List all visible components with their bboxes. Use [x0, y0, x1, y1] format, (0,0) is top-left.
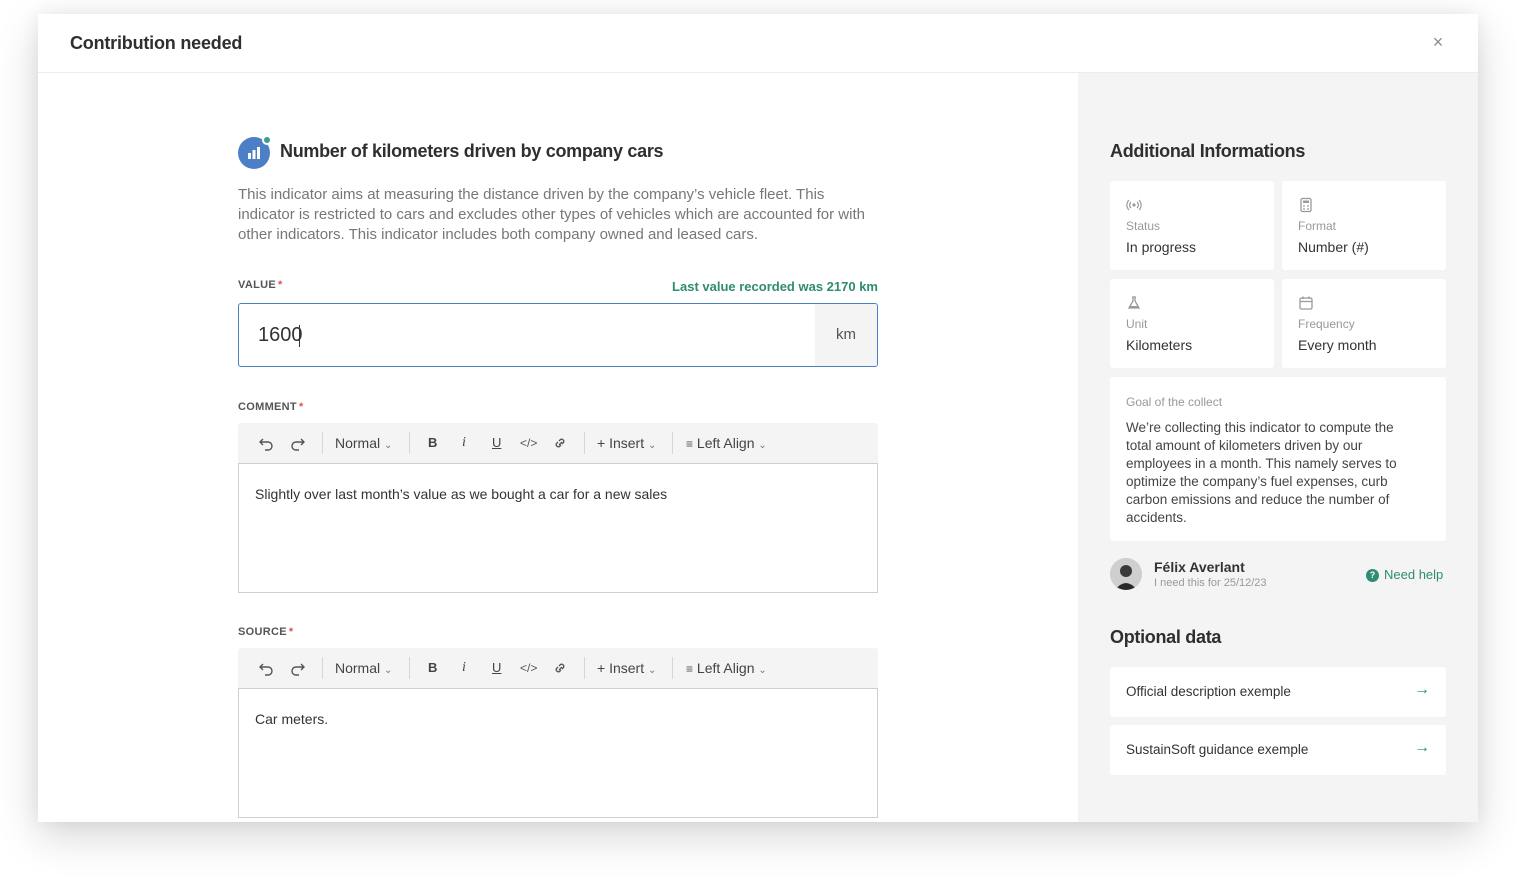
- format-value: Number (#): [1298, 239, 1369, 255]
- insert-dropdown[interactable]: + Insert ⌄: [597, 433, 656, 453]
- value-label: VALUE *: [238, 279, 283, 291]
- need-help-link[interactable]: ? Need help: [1366, 567, 1443, 582]
- toolbar-divider: [672, 432, 673, 454]
- redo-icon[interactable]: [290, 433, 306, 453]
- avatar: [1110, 558, 1142, 590]
- code-icon[interactable]: </>: [520, 658, 537, 678]
- flask-icon: [1126, 295, 1142, 311]
- optional-link-label: Official description exemple: [1126, 684, 1291, 699]
- help-icon: ?: [1366, 569, 1379, 582]
- bar-chart-icon: [238, 135, 272, 169]
- source-label: SOURCE *: [238, 626, 294, 638]
- undo-icon[interactable]: [258, 433, 274, 453]
- toolbar-divider: [409, 657, 410, 679]
- side-panel: Additional Informations Status In progre…: [1078, 73, 1478, 822]
- frequency-label: Frequency: [1298, 317, 1355, 331]
- requester-deadline: I need this for 25/12/23: [1154, 577, 1267, 589]
- chevron-down-icon: ⌄: [384, 440, 393, 451]
- status-value: In progress: [1126, 239, 1197, 255]
- goal-text: We’re collecting this indicator to compu…: [1126, 420, 1397, 525]
- italic-button[interactable]: i: [462, 658, 466, 678]
- contribution-modal: Contribution needed × Number of kilomete…: [38, 14, 1478, 822]
- requester-name: Félix Averlant: [1154, 559, 1245, 575]
- underline-button[interactable]: U: [492, 658, 501, 678]
- modal-header: Contribution needed ×: [38, 14, 1478, 73]
- optional-link-guidance[interactable]: SustainSoft guidance exemple →: [1110, 725, 1446, 775]
- arrow-right-icon: →: [1414, 739, 1430, 756]
- toolbar-divider: [584, 657, 585, 679]
- indicator-title: Number of kilometers driven by company c…: [280, 141, 664, 161]
- last-value-hint: Last value recorded was 2170 km: [672, 279, 878, 294]
- italic-button[interactable]: i: [462, 433, 466, 453]
- chevron-down-icon: ⌄: [384, 665, 393, 676]
- bold-button[interactable]: B: [428, 433, 437, 453]
- status-dot: [262, 135, 272, 145]
- align-left-icon: ≡: [686, 437, 694, 451]
- comment-toolbar: Normal ⌄ B i U </> + Insert ⌄ ≡ Left Ali…: [238, 423, 878, 463]
- unit-label: Unit: [1126, 317, 1148, 331]
- optional-link-label: SustainSoft guidance exemple: [1126, 742, 1309, 757]
- frequency-card: Frequency Every month: [1282, 279, 1446, 368]
- format-label: Format: [1298, 219, 1337, 233]
- insert-dropdown[interactable]: + Insert ⌄: [597, 658, 656, 678]
- close-button[interactable]: ×: [1428, 32, 1448, 52]
- text-style-dropdown[interactable]: Normal ⌄: [335, 658, 392, 678]
- status-label: Status: [1126, 219, 1161, 233]
- align-dropdown[interactable]: ≡ Left Align ⌄: [686, 433, 767, 453]
- unit-card: Unit Kilometers: [1110, 279, 1274, 368]
- unit-value: Kilometers: [1126, 337, 1193, 353]
- format-card: Format Number (#): [1282, 181, 1446, 270]
- link-icon[interactable]: [552, 658, 568, 678]
- toolbar-divider: [584, 432, 585, 454]
- text-style-dropdown[interactable]: Normal ⌄: [335, 433, 392, 453]
- toolbar-divider: [322, 657, 323, 679]
- status-card: Status In progress: [1110, 181, 1274, 270]
- additional-info-title: Additional Informations: [1110, 141, 1306, 161]
- comment-label: COMMENT *: [238, 401, 304, 413]
- toolbar-divider: [409, 432, 410, 454]
- modal-title: Contribution needed: [70, 33, 243, 53]
- chevron-down-icon: ⌄: [758, 440, 767, 451]
- code-icon[interactable]: </>: [520, 433, 537, 453]
- source-toolbar: Normal ⌄ B i U </> + Insert ⌄ ≡ Left Ali…: [238, 648, 878, 688]
- chevron-down-icon: ⌄: [647, 440, 657, 451]
- chevron-down-icon: ⌄: [758, 665, 767, 676]
- calendar-icon: [1298, 295, 1314, 311]
- align-dropdown[interactable]: ≡ Left Align ⌄: [686, 658, 767, 678]
- calculator-icon: [1298, 197, 1314, 213]
- bold-button[interactable]: B: [428, 658, 437, 678]
- unit-suffix: km: [815, 304, 877, 366]
- text-caret: [299, 325, 300, 347]
- indicator-description: This indicator aims at measuring the dis…: [238, 186, 865, 243]
- frequency-value: Every month: [1298, 337, 1377, 353]
- comment-textarea[interactable]: Slightly over last month’s value as we b…: [238, 463, 878, 593]
- undo-icon[interactable]: [258, 658, 274, 678]
- toolbar-divider: [672, 657, 673, 679]
- main-panel: Number of kilometers driven by company c…: [38, 73, 1078, 822]
- redo-icon[interactable]: [290, 658, 306, 678]
- goal-card: Goal of the collect We’re collecting thi…: [1110, 377, 1446, 541]
- toolbar-divider: [322, 432, 323, 454]
- underline-button[interactable]: U: [492, 433, 501, 453]
- value-field: km: [238, 303, 878, 367]
- link-icon[interactable]: [552, 433, 568, 453]
- broadcast-icon: [1126, 197, 1142, 213]
- arrow-right-icon: →: [1414, 681, 1430, 698]
- optional-data-title: Optional data: [1110, 627, 1222, 647]
- optional-link-official-description[interactable]: Official description exemple →: [1110, 667, 1446, 717]
- goal-label: Goal of the collect: [1126, 395, 1223, 409]
- value-input[interactable]: [239, 304, 815, 366]
- align-left-icon: ≡: [686, 662, 694, 676]
- source-textarea[interactable]: Car meters.: [238, 688, 878, 818]
- chevron-down-icon: ⌄: [647, 665, 657, 676]
